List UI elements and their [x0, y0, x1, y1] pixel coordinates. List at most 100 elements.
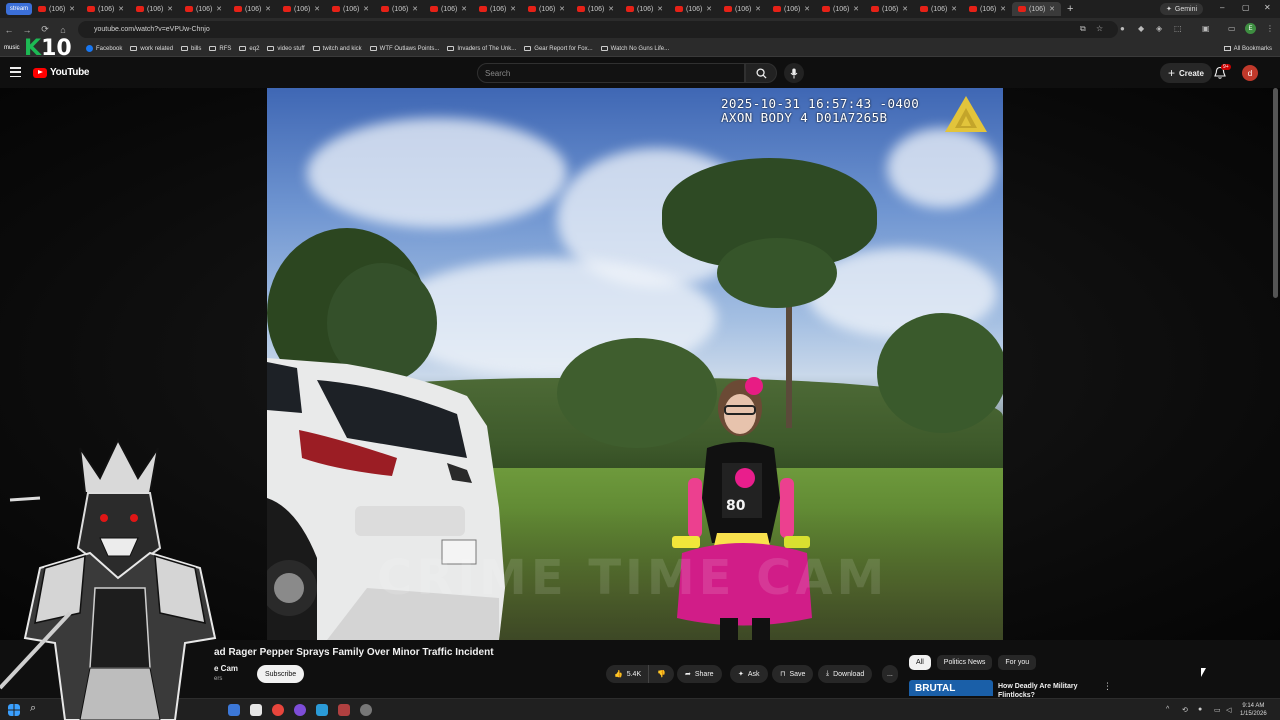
reload-icon[interactable]: ⟳	[36, 24, 54, 35]
browser-tab[interactable]: (106) ✕	[277, 2, 326, 16]
close-tab-icon[interactable]: ✕	[902, 5, 908, 13]
back-icon[interactable]: ←	[0, 25, 18, 35]
like-button[interactable]: 👍 5.4K	[606, 665, 650, 683]
hamburger-menu-icon[interactable]	[10, 67, 21, 77]
browser-tab[interactable]: (106) ✕	[473, 2, 522, 16]
bookmark-item[interactable]: bills	[181, 45, 201, 52]
search-input[interactable]: Search	[477, 63, 745, 83]
extension-icon[interactable]: ◈	[1156, 24, 1162, 33]
close-tab-icon[interactable]: ✕	[804, 5, 810, 13]
settings-icon[interactable]	[360, 704, 372, 716]
puzzle-icon[interactable]: ⬚	[1174, 24, 1182, 33]
mic-tray-icon[interactable]: ●	[1198, 706, 1202, 713]
sidepanel-icon[interactable]: ▣	[1202, 24, 1210, 33]
system-clock[interactable]: 9:14 AM 1/15/2026	[1240, 702, 1267, 718]
bookmark-item[interactable]: Gear Report for Fox...	[524, 45, 593, 52]
bookmark-item[interactable]: work related	[130, 45, 173, 52]
cast-icon[interactable]: ▭	[1228, 24, 1236, 33]
voice-search-button[interactable]	[784, 63, 804, 83]
ask-button[interactable]: ✦ Ask	[730, 665, 768, 683]
tray-chevron-icon[interactable]: ^	[1166, 706, 1169, 713]
all-bookmarks-button[interactable]: All Bookmarks	[1223, 46, 1272, 52]
bookmark-item[interactable]: WTF Outlaws Points...	[369, 45, 439, 52]
app-icon[interactable]	[338, 704, 350, 716]
create-button[interactable]: + Create	[1160, 63, 1212, 83]
new-tab-button[interactable]: +	[1067, 3, 1073, 15]
profile-icon[interactable]: E	[1245, 23, 1256, 34]
home-icon[interactable]: ⌂	[54, 25, 72, 35]
chrome-icon[interactable]	[272, 704, 284, 716]
browser-tab[interactable]: (106) ✕	[571, 2, 620, 16]
browser-tab[interactable]: (106) ✕	[914, 2, 963, 16]
browser-tab[interactable]: (106) ✕	[130, 2, 179, 16]
app-icon[interactable]	[294, 704, 306, 716]
sync-icon[interactable]: ⟲	[1182, 706, 1188, 714]
browser-tab[interactable]: (106) ✕	[522, 2, 571, 16]
bookmark-item[interactable]: video stuff	[267, 45, 305, 52]
browser-tab[interactable]: (106) ✕	[375, 2, 424, 16]
close-tab-icon[interactable]: ✕	[755, 5, 761, 13]
video-frame[interactable]: 80 CRIME TIME CAM 2025-10-31 16:57:43 -0…	[267, 88, 1003, 640]
app-icon[interactable]	[250, 704, 262, 716]
browser-tab[interactable]: (106) ✕	[718, 2, 767, 16]
browser-tab[interactable]: (106) ✕	[816, 2, 865, 16]
menu-dots-icon[interactable]: ⋮	[1266, 24, 1274, 33]
bookmark-item[interactable]: Watch No Guns Life...	[600, 45, 669, 52]
bookmark-item[interactable]: Facebook	[86, 45, 122, 52]
browser-tab[interactable]: (106) ✕	[767, 2, 816, 16]
search-button[interactable]	[745, 63, 777, 83]
tab-stream[interactable]: stream	[6, 3, 32, 15]
browser-tab[interactable]: (106) ✕	[32, 2, 81, 16]
bookmark-item[interactable]: RFS	[209, 45, 231, 52]
browser-tab[interactable]: (106) ✕	[669, 2, 718, 16]
install-icon[interactable]: ⧉	[1080, 24, 1086, 34]
close-tab-icon[interactable]: ✕	[69, 5, 75, 13]
close-tab-icon[interactable]: ✕	[363, 5, 369, 13]
filter-chip[interactable]: Politics News	[936, 655, 993, 670]
close-tab-icon[interactable]: ✕	[461, 5, 467, 13]
filter-chip[interactable]: All	[909, 655, 931, 670]
recommended-video-thumbnail[interactable]: BRUTAL	[909, 680, 993, 696]
close-tab-icon[interactable]: ✕	[657, 5, 663, 13]
close-tab-icon[interactable]: ✕	[559, 5, 565, 13]
close-tab-icon[interactable]: ✕	[951, 5, 957, 13]
browser-tab[interactable]: (106) ✕	[179, 2, 228, 16]
save-button[interactable]: ⊓ Save	[772, 665, 814, 683]
maximize-icon[interactable]: ▢	[1242, 3, 1250, 12]
url-bar[interactable]: youtube.com/watch?v=eVPUw-Chnjo	[78, 21, 1118, 38]
browser-tab[interactable]: (106) ✕	[424, 2, 473, 16]
minimize-icon[interactable]: –	[1220, 3, 1224, 12]
share-button[interactable]: ➦ Share	[677, 665, 722, 683]
close-tab-icon[interactable]: ✕	[216, 5, 222, 13]
close-tab-icon[interactable]: ✕	[118, 5, 124, 13]
recommended-more-icon[interactable]: ⋮	[1103, 681, 1112, 692]
close-tab-icon[interactable]: ✕	[314, 5, 320, 13]
extension-icon[interactable]: ●	[1120, 24, 1125, 33]
close-tab-icon[interactable]: ✕	[853, 5, 859, 13]
close-tab-icon[interactable]: ✕	[265, 5, 271, 13]
close-tab-icon[interactable]: ✕	[608, 5, 614, 13]
browser-tab[interactable]: (106) ✕	[963, 2, 1012, 16]
bookmark-star-icon[interactable]: ☆	[1096, 24, 1103, 33]
app-icon[interactable]	[316, 704, 328, 716]
subscribe-button[interactable]: Subscribe	[257, 665, 305, 683]
forward-icon[interactable]: →	[18, 25, 36, 35]
close-tab-icon[interactable]: ✕	[167, 5, 173, 13]
browser-tab[interactable]: (106) ✕	[326, 2, 375, 16]
volume-icon[interactable]: ◁	[1226, 706, 1231, 714]
gemini-button[interactable]: ✦ Gemini	[1160, 3, 1204, 15]
close-tab-icon[interactable]: ✕	[412, 5, 418, 13]
browser-tab[interactable]: (106) ✕	[81, 2, 130, 16]
browser-tab[interactable]: (106) ✕	[228, 2, 277, 16]
bookmark-item[interactable]: Invaders of The Unk...	[447, 45, 516, 52]
close-tab-icon[interactable]: ✕	[1049, 5, 1055, 13]
bookmark-item[interactable]: twitch and kick	[312, 45, 362, 52]
close-tab-icon[interactable]: ✕	[706, 5, 712, 13]
filter-chip[interactable]: For you	[998, 655, 1037, 670]
more-actions-button[interactable]: ...	[882, 665, 898, 683]
close-window-icon[interactable]: ✕	[1264, 3, 1271, 12]
bookmark-item[interactable]: eq2	[239, 45, 259, 52]
download-button[interactable]: ⤓ Download	[818, 665, 873, 683]
youtube-logo[interactable]: YouTube	[33, 67, 90, 78]
extension-icon[interactable]: ◆	[1138, 24, 1144, 33]
